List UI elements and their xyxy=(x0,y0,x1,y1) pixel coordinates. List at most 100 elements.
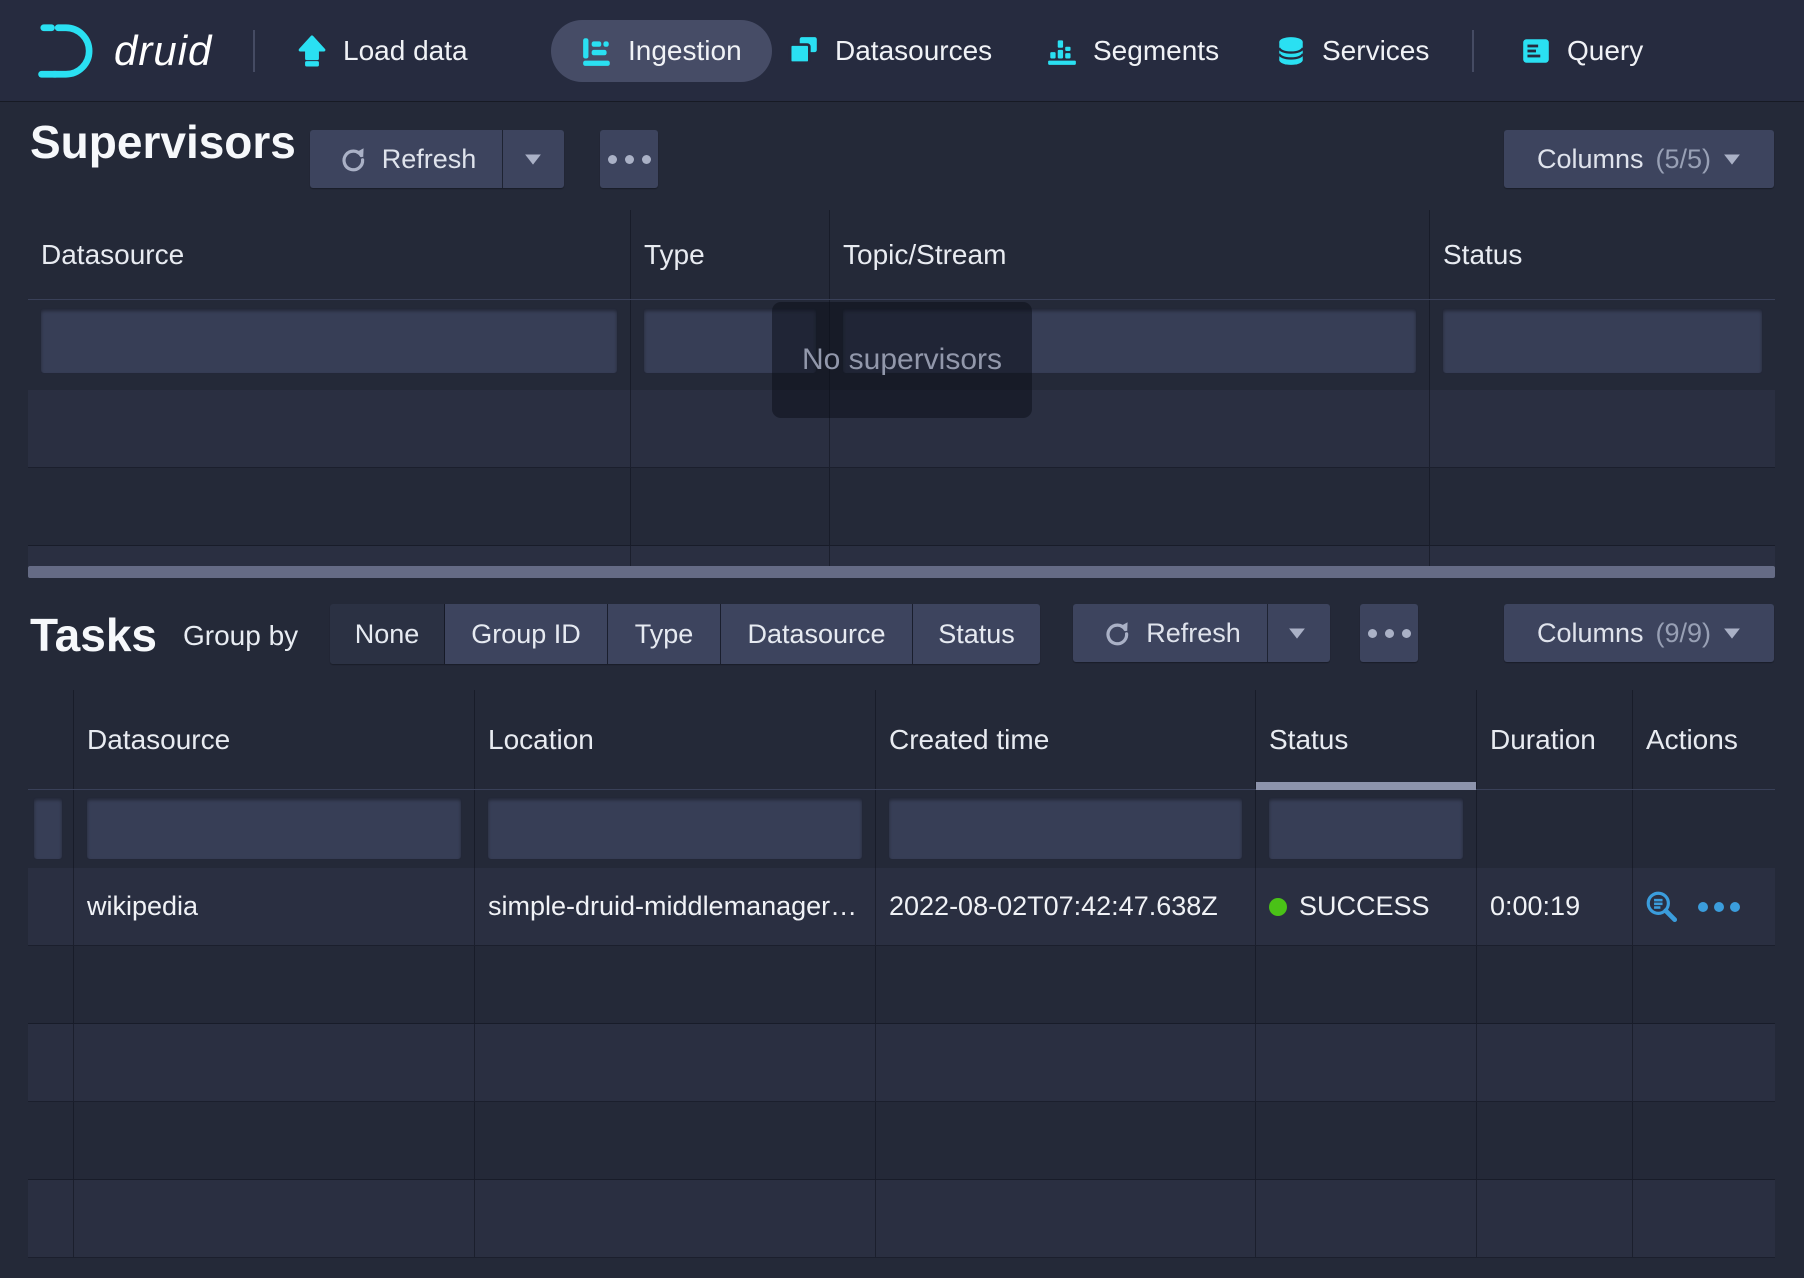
nav-item-label: Datasources xyxy=(835,35,992,67)
group-by-label: Group by xyxy=(183,620,298,652)
sort-indicator xyxy=(1256,782,1476,790)
tasks-filter-status-input[interactable] xyxy=(1268,797,1464,860)
table-row xyxy=(28,468,1775,546)
tasks-filter-expander-input[interactable] xyxy=(33,797,63,860)
supervisors-header-row: Datasource Type Topic/Stream Status xyxy=(28,210,1775,300)
tasks-more-button[interactable] xyxy=(1360,604,1418,662)
group-by-status-button[interactable]: Status xyxy=(913,604,1040,664)
tasks-header-datasource[interactable]: Datasource xyxy=(73,690,474,789)
more-icon xyxy=(1368,629,1411,638)
nav-item-label: Query xyxy=(1567,35,1643,67)
section-resize-handle[interactable] xyxy=(28,566,1775,578)
tasks-header-status[interactable]: Status xyxy=(1255,690,1476,789)
tasks-filter-location-input[interactable] xyxy=(487,797,863,860)
header-label: Status xyxy=(1269,724,1348,756)
refresh-icon xyxy=(338,144,368,174)
nav-item-label: Ingestion xyxy=(628,35,742,67)
columns-count: (5/5) xyxy=(1656,144,1712,175)
group-by-type-button[interactable]: Type xyxy=(608,604,721,664)
tasks-refresh-button[interactable]: Refresh xyxy=(1076,604,1267,662)
nav-item-datasources[interactable]: Datasources xyxy=(788,0,992,101)
chevron-down-icon xyxy=(1723,152,1741,166)
table-row xyxy=(28,546,1775,566)
status-success-dot xyxy=(1269,898,1287,916)
more-icon xyxy=(608,155,651,164)
tasks-filter-created-time-input[interactable] xyxy=(888,797,1243,860)
chevron-down-icon xyxy=(524,152,542,166)
refresh-label: Refresh xyxy=(1146,618,1241,649)
supervisors-columns-button[interactable]: Columns (5/5) xyxy=(1504,130,1774,188)
layers-icon xyxy=(788,35,820,67)
nav-item-ingestion[interactable]: Ingestion xyxy=(551,20,772,82)
group-by-segmented-control: None Group ID Type Datasource Status xyxy=(330,604,1040,664)
upload-icon xyxy=(296,35,328,67)
tasks-header-created-time[interactable]: Created time xyxy=(875,690,1255,789)
supervisors-filter-datasource-input[interactable] xyxy=(40,308,618,374)
nav-divider xyxy=(253,30,255,72)
tasks-title: Tasks xyxy=(30,608,157,662)
tasks-header-location[interactable]: Location xyxy=(474,690,875,789)
nav-item-label: Services xyxy=(1322,35,1429,67)
tasks-header-duration[interactable]: Duration xyxy=(1476,690,1632,789)
columns-label: Columns xyxy=(1537,144,1644,175)
tasks-header-row: Datasource Location Created time Status … xyxy=(28,690,1775,790)
supervisors-header-type[interactable]: Type xyxy=(630,210,829,299)
task-detail-search-icon[interactable] xyxy=(1644,889,1680,925)
group-by-group-id-button[interactable]: Group ID xyxy=(445,604,608,664)
refresh-icon xyxy=(1102,618,1132,648)
nav-item-label: Segments xyxy=(1093,35,1219,67)
supervisors-header-datasource[interactable]: Datasource xyxy=(28,210,630,299)
druid-logo-icon xyxy=(36,20,98,82)
supervisors-title: Supervisors xyxy=(30,115,296,169)
task-created-time-cell: 2022-08-02T07:42:47.638Z xyxy=(875,868,1255,945)
nav-item-load-data[interactable]: Load data xyxy=(296,0,468,101)
table-row xyxy=(28,1102,1775,1180)
task-datasource-cell: wikipedia xyxy=(73,868,474,945)
task-actions-more-icon[interactable] xyxy=(1698,902,1740,912)
supervisors-header-status[interactable]: Status xyxy=(1429,210,1775,299)
nav-item-services[interactable]: Services xyxy=(1275,0,1429,101)
no-supervisors-message: No supervisors xyxy=(772,302,1032,418)
tasks-filter-datasource-input[interactable] xyxy=(86,797,462,860)
nav-divider xyxy=(1472,30,1474,72)
bar-chart-icon xyxy=(581,35,613,67)
task-duration-cell: 0:00:19 xyxy=(1476,868,1632,945)
druid-console: druid Load data Ing xyxy=(0,0,1804,1278)
columns-count: (9/9) xyxy=(1656,618,1712,649)
database-icon xyxy=(1275,35,1307,67)
task-row-wikipedia[interactable]: wikipedia simple-druid-middlemanager… 20… xyxy=(28,868,1775,946)
table-row xyxy=(28,1024,1775,1102)
tasks-table: Datasource Location Created time Status … xyxy=(28,690,1775,1278)
brand-name: druid xyxy=(114,27,212,75)
tasks-header-actions[interactable]: Actions xyxy=(1632,690,1775,789)
tasks-refresh-split-button: Refresh xyxy=(1073,604,1330,662)
refresh-label: Refresh xyxy=(382,144,477,175)
druid-logo[interactable]: druid xyxy=(36,0,212,101)
tasks-refresh-caret-button[interactable] xyxy=(1267,604,1327,662)
group-by-none-button[interactable]: None xyxy=(330,604,445,664)
tasks-header-expander xyxy=(28,690,73,789)
group-by-datasource-button[interactable]: Datasource xyxy=(721,604,913,664)
supervisors-refresh-button[interactable]: Refresh xyxy=(312,130,503,188)
supervisors-refresh-split-button: Refresh xyxy=(310,130,564,188)
task-location-cell: simple-druid-middlemanager… xyxy=(474,868,875,945)
nav-item-query[interactable]: Query xyxy=(1520,0,1643,101)
supervisors-header-topic-stream[interactable]: Topic/Stream xyxy=(829,210,1429,299)
top-navbar: druid Load data Ing xyxy=(0,0,1804,101)
chevron-down-icon xyxy=(1288,626,1306,640)
task-actions-cell xyxy=(1632,868,1775,945)
columns-label: Columns xyxy=(1537,618,1644,649)
task-status-cell: SUCCESS xyxy=(1255,868,1476,945)
nav-item-label: Load data xyxy=(343,35,468,67)
table-row xyxy=(28,1180,1775,1258)
supervisors-filter-status-input[interactable] xyxy=(1442,308,1763,374)
nav-item-segments[interactable]: Segments xyxy=(1046,0,1219,101)
supervisors-refresh-caret-button[interactable] xyxy=(502,130,562,188)
supervisors-more-button[interactable] xyxy=(600,130,658,188)
table-row xyxy=(28,946,1775,1024)
tasks-filter-row xyxy=(28,790,1775,868)
status-label: SUCCESS xyxy=(1299,891,1430,922)
tasks-columns-button[interactable]: Columns (9/9) xyxy=(1504,604,1774,662)
document-icon xyxy=(1520,35,1552,67)
segments-icon xyxy=(1046,35,1078,67)
